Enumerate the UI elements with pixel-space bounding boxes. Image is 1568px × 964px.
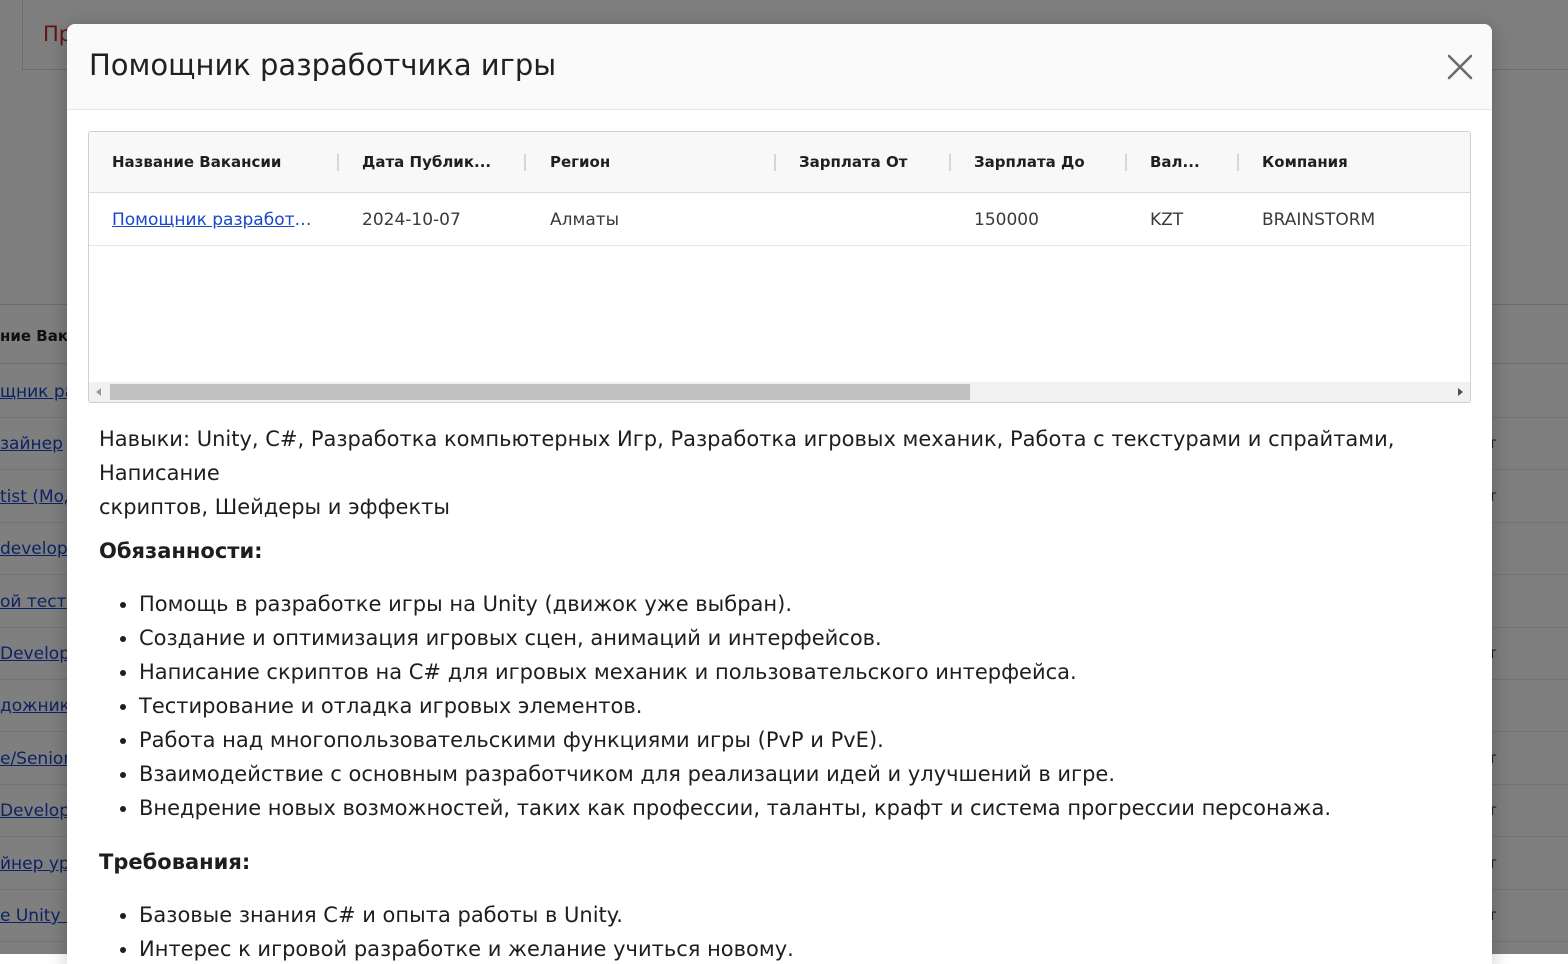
- list-item: Тестирование и отладка игровых элементов…: [139, 689, 1464, 723]
- list-item: Интерес к игровой разработке и желание у…: [139, 932, 1464, 964]
- horizontal-scrollbar[interactable]: [89, 382, 1470, 402]
- vacancy-title-link[interactable]: Помощник разработчи...: [112, 193, 320, 245]
- cell-date: 2024-10-07: [362, 210, 461, 230]
- scroll-right-button[interactable]: [1450, 382, 1470, 402]
- skills-line: скриптов, Шейдеры и эффекты: [99, 495, 450, 519]
- modal-header: Помощник разработчика игры: [67, 24, 1492, 110]
- column-header-company[interactable]: Компания: [1262, 132, 1442, 192]
- skills-text: Навыки: Unity, C#, Разработка компьютерн…: [99, 422, 1464, 524]
- scrollbar-thumb[interactable]: [110, 384, 970, 400]
- column-header-salary-from[interactable]: Зарплата От: [799, 132, 939, 192]
- column-resizer[interactable]: [1237, 154, 1239, 171]
- vacancy-grid: Название Вакансии Дата Публик... Регион …: [88, 131, 1471, 403]
- list-item: Базовые знания C# и опыта работы в Unity…: [139, 898, 1464, 932]
- column-resizer[interactable]: [1125, 154, 1127, 171]
- column-header-currency[interactable]: Вал...: [1150, 132, 1220, 192]
- list-item: Создание и оптимизация игровых сцен, ани…: [139, 621, 1464, 655]
- cell-salary-from: [799, 193, 939, 245]
- column-header-salary-to[interactable]: Зарплата До: [974, 132, 1114, 192]
- column-header-region[interactable]: Регион: [550, 132, 750, 192]
- column-header-date[interactable]: Дата Публик...: [362, 132, 512, 192]
- vacancy-modal: Помощник разработчика игры Название Вака…: [67, 24, 1492, 964]
- duties-heading: Обязанности:: [99, 539, 263, 563]
- table-row[interactable]: Помощник разработчи... 2024-10-07 Алматы…: [89, 193, 1470, 246]
- column-resizer[interactable]: [524, 154, 526, 171]
- column-resizer[interactable]: [949, 154, 951, 171]
- requirements-list: Базовые знания C# и опыта работы в Unity…: [99, 898, 1464, 964]
- list-item: Написание скриптов на C# для игровых мех…: [139, 655, 1464, 689]
- modal-title: Помощник разработчика игры: [89, 48, 557, 82]
- cell-currency: KZT: [1150, 210, 1184, 230]
- triangle-right-icon: [1458, 388, 1463, 396]
- cell-salary-to: 150000: [974, 210, 1039, 230]
- requirements-heading: Требования:: [99, 850, 251, 874]
- column-header-title[interactable]: Название Вакансии: [112, 132, 332, 192]
- grid-header: Название Вакансии Дата Публик... Регион …: [89, 132, 1470, 193]
- list-item: Внедрение новых возможностей, таких как …: [139, 791, 1464, 825]
- close-icon: [1447, 54, 1473, 80]
- close-button[interactable]: [1445, 52, 1475, 82]
- triangle-left-icon: [96, 388, 101, 396]
- list-item: Работа над многопользовательскими функци…: [139, 723, 1464, 757]
- list-item: Взаимодействие с основным разработчиком …: [139, 757, 1464, 791]
- column-resizer[interactable]: [337, 154, 339, 171]
- modal-body: Название Вакансии Дата Публик... Регион …: [67, 110, 1492, 964]
- list-item: Помощь в разработке игры на Unity (движо…: [139, 587, 1464, 621]
- column-resizer[interactable]: [774, 154, 776, 171]
- cell-region: Алматы: [550, 210, 620, 230]
- scroll-left-button[interactable]: [89, 382, 109, 402]
- vacancy-description: Навыки: Unity, C#, Разработка компьютерн…: [99, 422, 1464, 964]
- cell-company: BRAINSTORM: [1262, 210, 1376, 230]
- duties-list: Помощь в разработке игры на Unity (движо…: [99, 587, 1464, 825]
- skills-line: Навыки: Unity, C#, Разработка компьютерн…: [99, 427, 1395, 485]
